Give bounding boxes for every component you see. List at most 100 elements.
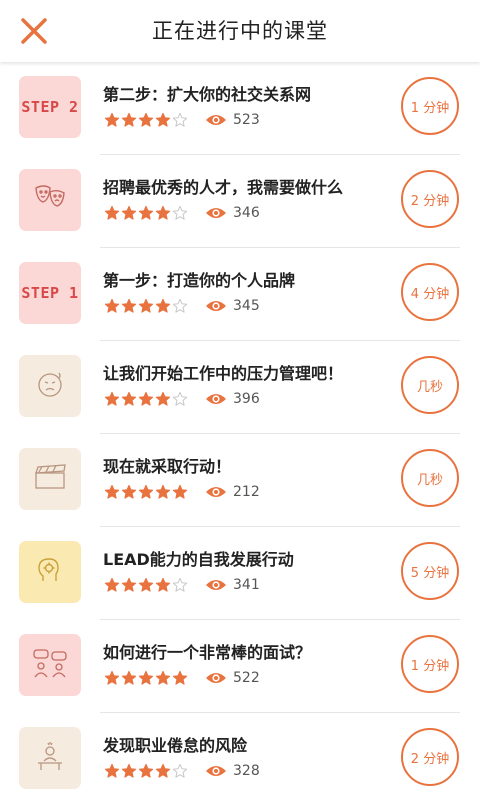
interview-chat-icon [31, 646, 69, 684]
star-filled-icon [138, 298, 154, 313]
step-2-badge: STEP 2 [21, 98, 79, 116]
star-empty-icon [172, 205, 188, 220]
star-filled-icon [121, 205, 137, 220]
view-count: 346 [233, 205, 260, 221]
lesson-meta: 345 [104, 296, 260, 316]
list-item[interactable]: STEP 2 第二步：扩大你的社交关系网 523 1 分钟 [0, 62, 480, 155]
star-filled-icon [104, 577, 120, 592]
star-filled-icon [172, 670, 188, 685]
list-item[interactable]: 让我们开始工作中的压力管理吧！ 396 几秒 [0, 341, 480, 434]
star-empty-icon [172, 298, 188, 313]
star-rating [104, 391, 189, 407]
star-empty-icon [172, 112, 188, 127]
star-rating [104, 484, 189, 500]
star-filled-icon [138, 112, 154, 127]
star-filled-icon [121, 670, 137, 685]
lesson-meta: 523 [104, 110, 260, 130]
lesson-title: 让我们开始工作中的压力管理吧！ [103, 364, 344, 383]
star-filled-icon [121, 763, 137, 778]
duration-badge[interactable]: 1 分钟 [401, 635, 459, 693]
view-count: 328 [233, 763, 260, 779]
eye-icon [206, 673, 226, 683]
eye-icon [206, 766, 226, 776]
duration-badge[interactable]: 5 分钟 [401, 542, 459, 600]
view-count: 341 [233, 577, 260, 593]
star-filled-icon [155, 577, 171, 592]
star-rating [104, 298, 189, 314]
clapperboard-icon [32, 462, 68, 496]
star-filled-icon [172, 484, 188, 499]
lesson-title: 如何进行一个非常棒的面试？ [103, 643, 312, 662]
list-item[interactable]: LEAD能力的自我发展行动 341 5 分钟 [0, 527, 480, 620]
duration-badge[interactable]: 2 分钟 [401, 170, 459, 228]
star-rating [104, 577, 189, 593]
duration-badge[interactable]: 几秒 [401, 449, 459, 507]
list-item[interactable]: STEP 1 第一步：打造你的个人品牌 345 4 分钟 [0, 248, 480, 341]
lesson-title: 现在就采取行动！ [103, 457, 232, 476]
eye-icon [206, 394, 226, 404]
star-filled-icon [121, 577, 137, 592]
step-1-badge: STEP 1 [21, 284, 79, 302]
views-indicator [205, 299, 227, 313]
views-indicator [205, 764, 227, 778]
list-item[interactable]: 现在就采取行动！ 212 几秒 [0, 434, 480, 527]
lesson-title: 招聘最优秀的人才，我需要做什么 [103, 178, 344, 197]
star-filled-icon [104, 112, 120, 127]
view-count: 345 [233, 298, 260, 314]
star-filled-icon [104, 484, 120, 499]
lesson-thumbnail [19, 634, 81, 696]
star-filled-icon [121, 112, 137, 127]
burnout-desk-icon [33, 739, 67, 777]
star-empty-icon [172, 391, 188, 406]
star-filled-icon [155, 670, 171, 685]
head-gear-icon [33, 553, 67, 591]
star-filled-icon [138, 391, 154, 406]
eye-icon [206, 487, 226, 497]
lesson-thumbnail: STEP 1 [19, 262, 81, 324]
lesson-title: LEAD能力的自我发展行动 [103, 550, 294, 569]
views-indicator [205, 113, 227, 127]
list-item[interactable]: 发现职业倦怠的风险 328 2 分钟 [0, 713, 480, 806]
lesson-title: 第一步：打造你的个人品牌 [103, 271, 296, 290]
list-item[interactable]: 招聘最优秀的人才，我需要做什么 346 2 分钟 [0, 155, 480, 248]
views-indicator [205, 671, 227, 685]
star-filled-icon [155, 298, 171, 313]
star-filled-icon [138, 484, 154, 499]
star-filled-icon [104, 205, 120, 220]
list-item[interactable]: 如何进行一个非常棒的面试？ 522 1 分钟 [0, 620, 480, 713]
lesson-title: 发现职业倦怠的风险 [103, 736, 248, 755]
views-indicator [205, 485, 227, 499]
lesson-meta: 396 [104, 389, 260, 409]
lesson-title: 第二步：扩大你的社交关系网 [103, 85, 312, 104]
star-empty-icon [172, 577, 188, 592]
view-count: 212 [233, 484, 260, 500]
eye-icon [206, 208, 226, 218]
views-indicator [205, 392, 227, 406]
lesson-thumbnail [19, 448, 81, 510]
star-filled-icon [104, 298, 120, 313]
duration-badge[interactable]: 几秒 [401, 356, 459, 414]
star-filled-icon [104, 763, 120, 778]
star-filled-icon [155, 391, 171, 406]
star-filled-icon [155, 205, 171, 220]
star-filled-icon [138, 205, 154, 220]
star-filled-icon [121, 484, 137, 499]
lesson-thumbnail [19, 727, 81, 789]
star-filled-icon [104, 391, 120, 406]
duration-badge[interactable]: 2 分钟 [401, 728, 459, 786]
duration-badge[interactable]: 1 分钟 [401, 77, 459, 135]
star-filled-icon [155, 112, 171, 127]
lesson-list: STEP 2 第二步：扩大你的社交关系网 523 1 分钟 招聘最优秀的人才，我需要做什… [0, 62, 480, 806]
duration-badge[interactable]: 4 分钟 [401, 263, 459, 321]
lesson-meta: 328 [104, 761, 260, 781]
star-rating [104, 112, 189, 128]
lesson-meta: 522 [104, 668, 260, 688]
lesson-meta: 341 [104, 575, 260, 595]
view-count: 522 [233, 670, 260, 686]
lesson-thumbnail [19, 355, 81, 417]
star-rating [104, 763, 189, 779]
star-filled-icon [155, 484, 171, 499]
page-title: 正在进行中的课堂 [152, 19, 328, 43]
star-filled-icon [104, 670, 120, 685]
star-filled-icon [155, 763, 171, 778]
